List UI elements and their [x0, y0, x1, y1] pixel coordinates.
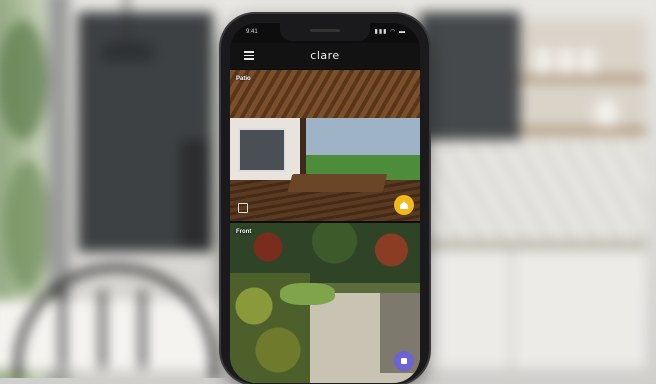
smartphone: 9:41 ▮▮▮ ◠ ▬ clare Patio Front: [221, 14, 429, 384]
app-logo: clare: [310, 49, 340, 62]
camera-label: Front: [236, 229, 252, 235]
camera-tile-patio[interactable]: Patio: [230, 70, 420, 221]
phone-screen: 9:41 ▮▮▮ ◠ ▬ clare Patio Front: [230, 23, 420, 383]
camera-label: Patio: [236, 76, 251, 82]
camera-tile-front[interactable]: Front: [230, 223, 420, 383]
app-bar: clare: [230, 43, 420, 69]
away-icon[interactable]: [394, 351, 414, 371]
home-icon[interactable]: [394, 195, 414, 215]
snapshot-icon[interactable]: [238, 203, 248, 213]
status-time: 9:41: [246, 29, 258, 35]
status-icons: ▮▮▮ ◠ ▬: [374, 29, 406, 35]
phone-notch: [280, 23, 370, 41]
